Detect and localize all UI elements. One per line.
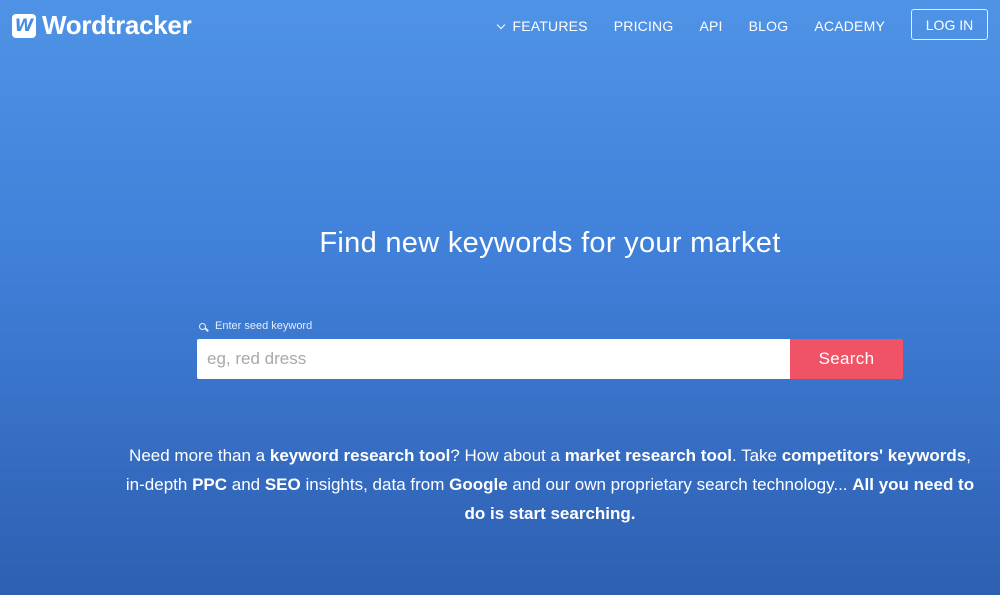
blurb-emphasis: Google (449, 475, 508, 494)
blurb-text: and (227, 475, 265, 494)
logo[interactable]: W Wordtracker (12, 10, 192, 41)
nav-item-academy[interactable]: ACADEMY (814, 18, 885, 34)
search-icon (199, 322, 206, 330)
nav-item-api[interactable]: API (699, 18, 722, 34)
site-header: W Wordtracker FEATURES PRICING API BLOG … (0, 0, 1000, 52)
blurb-emphasis: keyword research tool (269, 446, 451, 465)
logo-text: Wordtracker (42, 10, 192, 40)
page-title: Find new keywords for your market (319, 227, 781, 259)
nav-item-features[interactable]: FEATURES (497, 18, 588, 34)
search-label: Enter seed keyword (199, 320, 312, 332)
search-button[interactable]: Search (790, 339, 903, 379)
blurb-text: . Take (731, 446, 782, 465)
search-label-text: Enter seed keyword (215, 320, 313, 332)
blurb-emphasis: PPC (192, 475, 228, 494)
chevron-down-icon (497, 20, 506, 29)
nav-item-blog[interactable]: BLOG (749, 18, 789, 34)
blurb-emphasis: market research tool (564, 446, 732, 465)
login-button[interactable]: LOG IN (911, 9, 988, 40)
blurb-text: ? How about a (450, 446, 565, 465)
nav-item-label: FEATURES (512, 18, 588, 34)
main-nav: FEATURES PRICING API BLOG ACADEMY (497, 18, 885, 34)
blurb-text: insights, data from (300, 475, 450, 494)
nav-item-pricing[interactable]: PRICING (614, 18, 674, 34)
blurb-text: and our own proprietary search technolog… (507, 475, 853, 494)
search-input[interactable] (197, 339, 790, 379)
intro-paragraph: Need more than a keyword research tool? … (125, 441, 975, 528)
blurb-emphasis: competitors' keywords (781, 446, 967, 465)
blurb-emphasis: SEO (264, 475, 301, 494)
blurb-text: Need more than a (129, 446, 270, 465)
logo-mark-icon: W (12, 13, 36, 38)
